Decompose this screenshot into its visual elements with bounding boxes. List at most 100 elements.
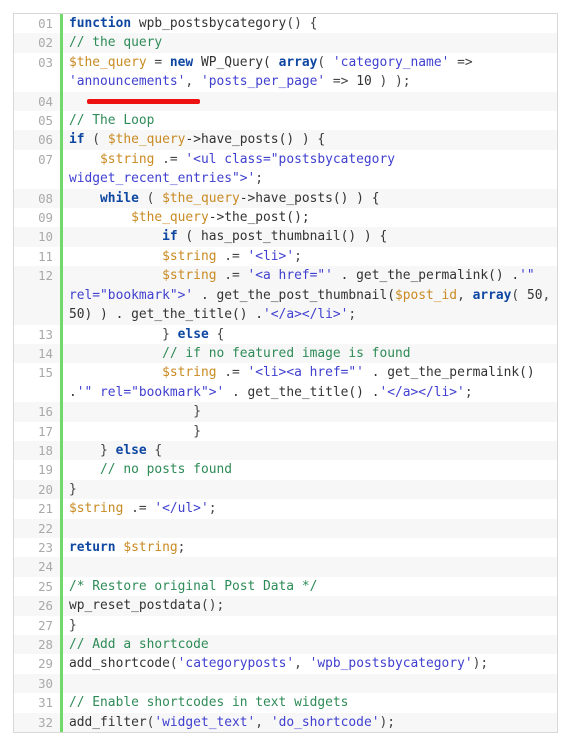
line-number: 27: [38, 617, 53, 633]
code-line: 06 if ( $the_query->have_posts() ) {: [14, 130, 557, 150]
code-token: {: [146, 442, 163, 458]
code-token: .=: [216, 248, 248, 264]
code-line-text[interactable]: if ( has_post_thumbnail() ) {: [63, 227, 557, 246]
line-number: 08: [38, 190, 53, 206]
code-token: ->the_post();: [208, 210, 310, 226]
code-line-text[interactable]: // The Loop: [63, 111, 557, 130]
code-line-text[interactable]: $the_query = new WP_Query( array( 'categ…: [63, 53, 557, 92]
line-number: 12: [38, 268, 53, 284]
code-token: add_filter: [69, 714, 147, 730]
code-line-text[interactable]: ​: [63, 557, 557, 576]
code-token: $post_id: [394, 287, 458, 303]
code-token: $the_query: [131, 210, 209, 226]
code-token: ) ) . get_the_title() .: [84, 307, 264, 323]
code-line-text[interactable]: }: [63, 616, 557, 635]
code-token: array: [472, 287, 512, 303]
code-token: wp_reset_postdata: [69, 598, 201, 614]
code-line: 31 // Enable shortcodes in text widgets: [14, 693, 557, 713]
code-token: (: [84, 132, 108, 148]
code-token: // Enable shortcodes in text widgets: [69, 695, 349, 711]
code-line: 14 // if no featured image is found: [14, 343, 557, 364]
code-token: '</ul>': [154, 501, 209, 517]
code-token: wpb_postsbycategory: [138, 16, 287, 31]
code-block[interactable]: 01 function wpb_postsbycategory() {02 // t…: [13, 13, 558, 733]
code-line-text[interactable]: wp_reset_postdata();: [63, 596, 557, 615]
code-line: 15 $string .= '<li><a href="' . get_the_…: [14, 363, 557, 403]
code-line: 29 add_shortcode('categoryposts', 'wpb_po…: [14, 654, 557, 674]
code-token: 50: [69, 307, 85, 323]
code-line-text[interactable]: // no posts found: [63, 460, 557, 479]
code-token: }: [69, 423, 201, 439]
code-token: );: [379, 714, 395, 730]
line-number: 24: [38, 559, 53, 575]
code-token: () {: [286, 16, 318, 31]
code-line: 24 ​: [14, 557, 557, 577]
code-token: $string: [162, 365, 217, 381]
code-line-text[interactable]: $string .= '</ul>';: [63, 499, 557, 518]
code-line-text[interactable]: $string .= '<a href="' . get_the_permali…: [63, 266, 557, 324]
code-line-text[interactable]: ​: [63, 674, 557, 693]
code-line-text[interactable]: // if no featured image is found: [63, 344, 557, 363]
code-line-text[interactable]: add_filter('widget_text', 'do_shortcode'…: [63, 713, 557, 732]
code-line: 17 }: [14, 421, 557, 441]
code-token: function: [69, 16, 139, 31]
line-number: 07: [38, 151, 53, 167]
code-line: 08 while ( $the_query->have_posts() ) {: [14, 188, 557, 209]
code-line-text[interactable]: return $string;: [63, 538, 557, 557]
code-line: 03 $the_query = new WP_Query( array( 'cat…: [14, 52, 557, 92]
code-token: else: [177, 326, 209, 342]
code-token: }: [69, 442, 116, 458]
code-line-text[interactable]: if ( $the_query->have_posts() ) {: [63, 130, 557, 149]
code-token: ,: [294, 656, 310, 672]
code-token: =>: [449, 54, 481, 70]
code-line-text[interactable]: $string .= '<li>';: [63, 247, 557, 266]
code-token: . get_the_title() .: [224, 384, 380, 400]
code-line: 09 $the_query->the_post();: [14, 208, 557, 228]
code-line-text[interactable]: // the query: [63, 33, 557, 52]
code-token: ;: [464, 384, 473, 400]
code-token: .=: [123, 501, 155, 517]
code-token: return: [69, 539, 116, 555]
code-line-text[interactable]: while ( $the_query->have_posts() ) {: [63, 189, 557, 208]
code-token: 'posts_per_page': [200, 74, 326, 90]
code-line-text[interactable]: $string .= '<li><a href="' . get_the_per…: [63, 363, 557, 402]
code-line-text[interactable]: } else {: [63, 441, 557, 460]
code-line: 20}: [14, 479, 557, 500]
code-token: ->have_posts() ) {: [185, 132, 326, 148]
code-token: /* Restore original Post Data */: [69, 578, 318, 594]
code-token: $string: [123, 539, 178, 555]
code-line-text[interactable]: $the_query->the_post();: [63, 208, 557, 227]
code-line-text[interactable]: }: [63, 422, 557, 441]
code-line-text[interactable]: }: [63, 402, 557, 421]
line-number: 20: [38, 481, 53, 497]
code-token: ,: [457, 287, 473, 303]
code-line-text[interactable]: } else {: [63, 325, 557, 344]
code-line-text[interactable]: /* Restore original Post Data */: [63, 577, 557, 596]
code-token: // no posts found: [100, 462, 232, 478]
code-token: .=: [216, 268, 248, 284]
code-token: . get_the_post_thumbnail(: [193, 287, 395, 303]
line-number: 30: [38, 675, 53, 691]
line-number: 31: [38, 695, 53, 711]
code-token: (: [138, 190, 163, 206]
code-line: 26 wp_reset_postdata();: [14, 596, 557, 616]
code-line: 25 /* Restore original Post Data */: [14, 576, 557, 597]
line-number: 06: [38, 132, 53, 148]
code-token: .=: [154, 151, 186, 167]
code-line-text[interactable]: $string .= '<ul class="postsbycategory w…: [63, 150, 557, 189]
code-line-text[interactable]: // Enable shortcodes in text widgets: [63, 693, 557, 712]
code-line-text[interactable]: ​: [63, 519, 557, 538]
code-line-text[interactable]: add_shortcode('categoryposts', 'wpb_post…: [63, 654, 557, 673]
code-line-text[interactable]: // Add a shortcode: [63, 635, 557, 654]
line-number: 22: [38, 520, 53, 536]
code-line-text[interactable]: }: [63, 480, 557, 499]
line-number: 10: [38, 229, 53, 245]
red-underline-annotation: [87, 99, 200, 104]
line-number: 29: [38, 656, 53, 672]
code-token: WP_Query(: [193, 54, 279, 70]
code-token: if: [69, 132, 85, 148]
code-line-text[interactable]: function wpb_postsbycategory() {: [63, 14, 557, 33]
